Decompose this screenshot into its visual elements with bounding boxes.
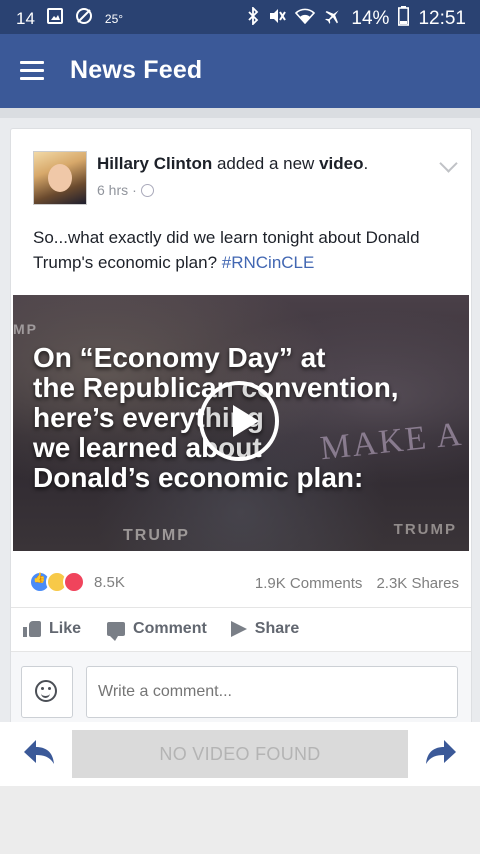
share-icon	[230, 621, 247, 637]
background-sign: TRUMP	[123, 527, 190, 544]
comments-count[interactable]: 1.9K Comments	[255, 575, 363, 592]
no-video-found-button[interactable]: NO VIDEO FOUND	[72, 730, 408, 778]
thumbs-up-icon	[23, 621, 41, 637]
clock: 12:51	[418, 8, 466, 29]
notification-count: 14	[16, 8, 35, 28]
temperature: 25°	[104, 11, 124, 26]
wifi-icon	[295, 8, 316, 30]
hashtag-link[interactable]: #RNCinCLE	[222, 253, 315, 272]
post-time[interactable]: 6 hrs	[97, 182, 128, 198]
post-object-link[interactable]: video	[319, 154, 363, 173]
airplane-icon	[324, 7, 342, 31]
back-arrow-icon[interactable]	[22, 736, 56, 768]
app-bar: News Feed	[0, 34, 480, 108]
play-icon[interactable]	[199, 381, 279, 461]
bluetooth-icon	[247, 5, 259, 31]
meta-separator: ·	[132, 182, 137, 198]
status-bar-left: 14 25°	[16, 7, 123, 30]
post-action: added a new	[216, 154, 315, 173]
comment-input[interactable]	[86, 666, 458, 718]
globe-icon	[140, 183, 154, 197]
like-button[interactable]: Like	[23, 620, 81, 638]
share-label: Share	[254, 620, 300, 637]
love-reaction-icon	[63, 571, 85, 593]
background-sign: TRUMP	[393, 521, 457, 538]
comment-icon	[107, 622, 126, 641]
status-bar-right: 14% 12:51	[247, 5, 466, 32]
mute-icon	[268, 8, 287, 30]
author-avatar[interactable]	[33, 151, 87, 205]
comment-button[interactable]: Comment	[107, 620, 207, 641]
post-trailing: .	[363, 154, 369, 173]
post-card: Hillary Clinton added a new video. 6 hrs…	[10, 128, 472, 726]
blocked-icon	[75, 7, 93, 30]
comment-label: Comment	[133, 620, 207, 637]
post-meta: 6 hrs ·	[97, 182, 154, 198]
battery-icon	[398, 6, 410, 32]
battery-percent: 14%	[351, 8, 390, 29]
page-title: News Feed	[70, 56, 203, 84]
forward-arrow-icon[interactable]	[424, 736, 458, 768]
reaction-count: 8.5K	[94, 573, 125, 591]
like-label: Like	[49, 620, 82, 637]
post-actions: Like Comment Share	[11, 607, 471, 650]
status-bar: 14 25° 14% 12:51	[0, 0, 480, 34]
video-player[interactable]: MP MAKE A TRUMP TRUMP On “Economy Day” a…	[13, 295, 469, 551]
author-name[interactable]: Hillary Clinton	[97, 154, 212, 173]
video-text-line: On “Economy Day” at	[33, 342, 326, 373]
post-stats: 1.9K Comments 2.3K Shares	[255, 575, 459, 592]
divider	[0, 108, 480, 118]
comment-composer	[11, 651, 471, 726]
gallery-icon	[46, 8, 63, 29]
emoji-button[interactable]	[21, 666, 73, 718]
video-text-line: Donald’s economic plan:	[33, 462, 364, 493]
shares-count[interactable]: 2.3K Shares	[376, 575, 459, 592]
bottom-bar: NO VIDEO FOUND	[0, 722, 480, 786]
post-text: So...what exactly did we learn tonight a…	[33, 225, 453, 275]
chevron-down-icon[interactable]	[439, 154, 458, 173]
background-sign: MP	[13, 321, 38, 337]
reactions-summary[interactable]: 8.5K	[29, 571, 125, 593]
empty-area	[0, 786, 480, 854]
smiley-icon	[35, 680, 57, 702]
menu-icon[interactable]	[20, 61, 44, 80]
post-header: Hillary Clinton added a new video.	[97, 154, 368, 174]
share-button[interactable]: Share	[229, 620, 299, 638]
